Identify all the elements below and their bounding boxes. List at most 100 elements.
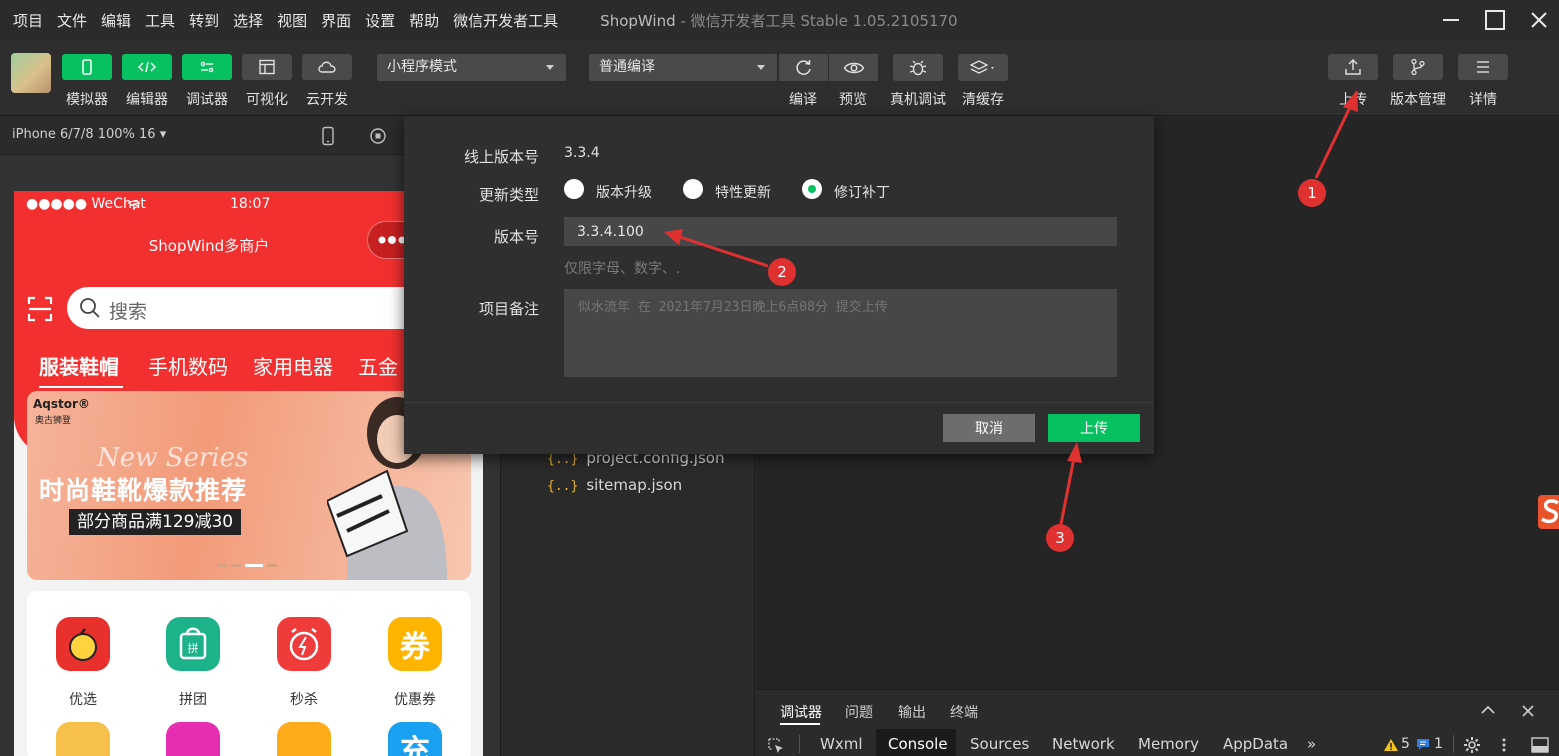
subtab-memory[interactable]: Memory [1138, 735, 1199, 753]
device-select[interactable]: iPhone 6/7/8 100% 16 ▾ [12, 127, 166, 142]
window-title-app: - 微信开发者工具 Stable 1.05.2105170 [675, 11, 958, 30]
menu-interface[interactable]: 界面 [321, 10, 351, 31]
confirm-upload-button[interactable]: 上传 [1048, 414, 1140, 442]
more-tabs-icon[interactable]: » [1307, 735, 1316, 753]
menu-view[interactable]: 视图 [277, 10, 307, 31]
gear-icon[interactable] [1463, 736, 1481, 754]
grid-icon-row2-3[interactable] [277, 722, 331, 756]
subtab-network[interactable]: Network [1052, 735, 1115, 753]
tab-debugger[interactable]: 调试器 [780, 702, 822, 722]
category-tab-hardware[interactable]: 五金 [358, 351, 398, 380]
details-label: 详情 [1469, 92, 1497, 108]
debug-toggle-icon [200, 61, 214, 73]
branch-icon [1411, 58, 1425, 76]
banner-brand: Aqstor® [33, 397, 90, 411]
category-tab-appliances[interactable]: 家用电器 [253, 351, 333, 380]
simulator-toolbar: iPhone 6/7/8 100% 16 ▾ [0, 117, 404, 155]
editor-toggle-button[interactable] [122, 54, 172, 80]
cancel-button[interactable]: 取消 [943, 414, 1035, 442]
dock-icon[interactable] [1530, 737, 1550, 753]
upload-label: 上传 [1339, 92, 1367, 108]
grid-icon-row2-2[interactable] [166, 722, 220, 756]
clear-cache-button[interactable] [958, 54, 1008, 81]
radio-patch-label[interactable]: 修订补丁 [834, 182, 890, 202]
preview-button[interactable] [829, 54, 878, 81]
editor-label: 编辑器 [126, 92, 168, 108]
mode-select-value: 小程序模式 [387, 59, 457, 75]
radio-feature-label[interactable]: 特性更新 [715, 182, 771, 202]
grid-icon-row2-1[interactable] [56, 722, 110, 756]
minimize-icon[interactable] [1439, 8, 1463, 32]
file-sitemap[interactable]: {..} sitemap.json [547, 476, 682, 494]
message-count[interactable]: 1 [1434, 736, 1443, 752]
phone-icon[interactable] [320, 126, 336, 146]
radio-major[interactable] [564, 179, 584, 199]
simulator-toggle-button[interactable] [62, 54, 112, 80]
avatar[interactable] [11, 53, 51, 93]
annotation-badge-1: 1 [1298, 179, 1326, 207]
inspect-icon[interactable] [767, 737, 785, 755]
search-icon [80, 298, 100, 318]
featured-icon[interactable] [56, 617, 110, 671]
stop-icon[interactable] [369, 127, 387, 145]
remark-textarea[interactable] [564, 289, 1117, 377]
feature-grid: 优选 拼 拼团 秒杀 券 优惠券 充 [27, 591, 471, 756]
version-manage-label: 版本管理 [1390, 92, 1446, 108]
grid-label-featured: 优选 [69, 692, 97, 708]
group-buy-icon[interactable]: 拼 [166, 617, 220, 671]
version-label: 版本号 [493, 228, 539, 246]
visual-toggle-button[interactable] [242, 54, 292, 80]
annotation-badge-2: 2 [768, 258, 796, 286]
menu-file[interactable]: 文件 [57, 10, 87, 31]
menu-select[interactable]: 选择 [233, 10, 263, 31]
scan-icon[interactable] [27, 296, 53, 322]
subtab-sources[interactable]: Sources [970, 735, 1029, 753]
radio-feature[interactable] [683, 179, 703, 199]
search-input[interactable]: 搜索 [67, 287, 427, 329]
menu-project[interactable]: 项目 [13, 10, 43, 31]
menu-edit[interactable]: 编辑 [101, 10, 131, 31]
debugger-toggle-button[interactable] [182, 54, 232, 80]
more-vertical-icon[interactable] [1498, 737, 1510, 753]
ime-logo-icon [1538, 495, 1559, 529]
menu-goto[interactable]: 转到 [189, 10, 219, 31]
menu-help[interactable]: 帮助 [409, 10, 439, 31]
debugger-label: 调试器 [186, 92, 228, 108]
code-icon [138, 61, 156, 73]
compile-button[interactable] [779, 54, 828, 81]
menu-settings[interactable]: 设置 [365, 10, 395, 31]
tab-problems[interactable]: 问题 [845, 702, 873, 722]
warning-count[interactable]: 5 [1401, 736, 1410, 752]
category-tab-apparel[interactable]: 服装鞋帽 [39, 351, 119, 380]
version-input[interactable] [564, 217, 1117, 246]
version-manage-button[interactable] [1393, 54, 1443, 80]
menu-wechat-devtools[interactable]: 微信开发者工具 [453, 10, 558, 31]
tab-output[interactable]: 输出 [898, 702, 926, 722]
subtab-appdata[interactable]: AppData [1223, 735, 1288, 753]
compile-select[interactable]: 普通编译 [589, 54, 777, 81]
radio-major-label[interactable]: 版本升级 [596, 182, 652, 202]
mode-select[interactable]: 小程序模式 [377, 54, 566, 81]
tab-terminal[interactable]: 终端 [950, 702, 978, 722]
upload-button[interactable] [1328, 54, 1378, 80]
remote-debug-button[interactable] [893, 54, 943, 81]
menu-tools[interactable]: 工具 [145, 10, 175, 31]
cloud-dev-button[interactable] [302, 54, 352, 80]
close-panel-icon[interactable] [1521, 704, 1535, 718]
chevron-up-icon[interactable] [1480, 704, 1496, 716]
flash-sale-icon[interactable] [277, 617, 331, 671]
subtab-console[interactable]: Console [888, 735, 948, 753]
details-button[interactable] [1458, 54, 1508, 80]
close-icon[interactable] [1527, 8, 1551, 32]
phone-icon [82, 59, 92, 75]
clear-cache-label: 清缓存 [962, 92, 1004, 108]
recharge-icon[interactable]: 充 [388, 722, 442, 756]
preview-label: 预览 [839, 92, 867, 108]
banner-script: New Series [97, 443, 249, 473]
compile-select-value: 普通编译 [599, 59, 655, 75]
subtab-wxml[interactable]: Wxml [820, 735, 863, 753]
maximize-icon[interactable] [1483, 8, 1507, 32]
radio-patch[interactable] [802, 179, 822, 199]
coupon-icon[interactable]: 券 [388, 617, 442, 671]
category-tab-digital[interactable]: 手机数码 [148, 351, 228, 380]
